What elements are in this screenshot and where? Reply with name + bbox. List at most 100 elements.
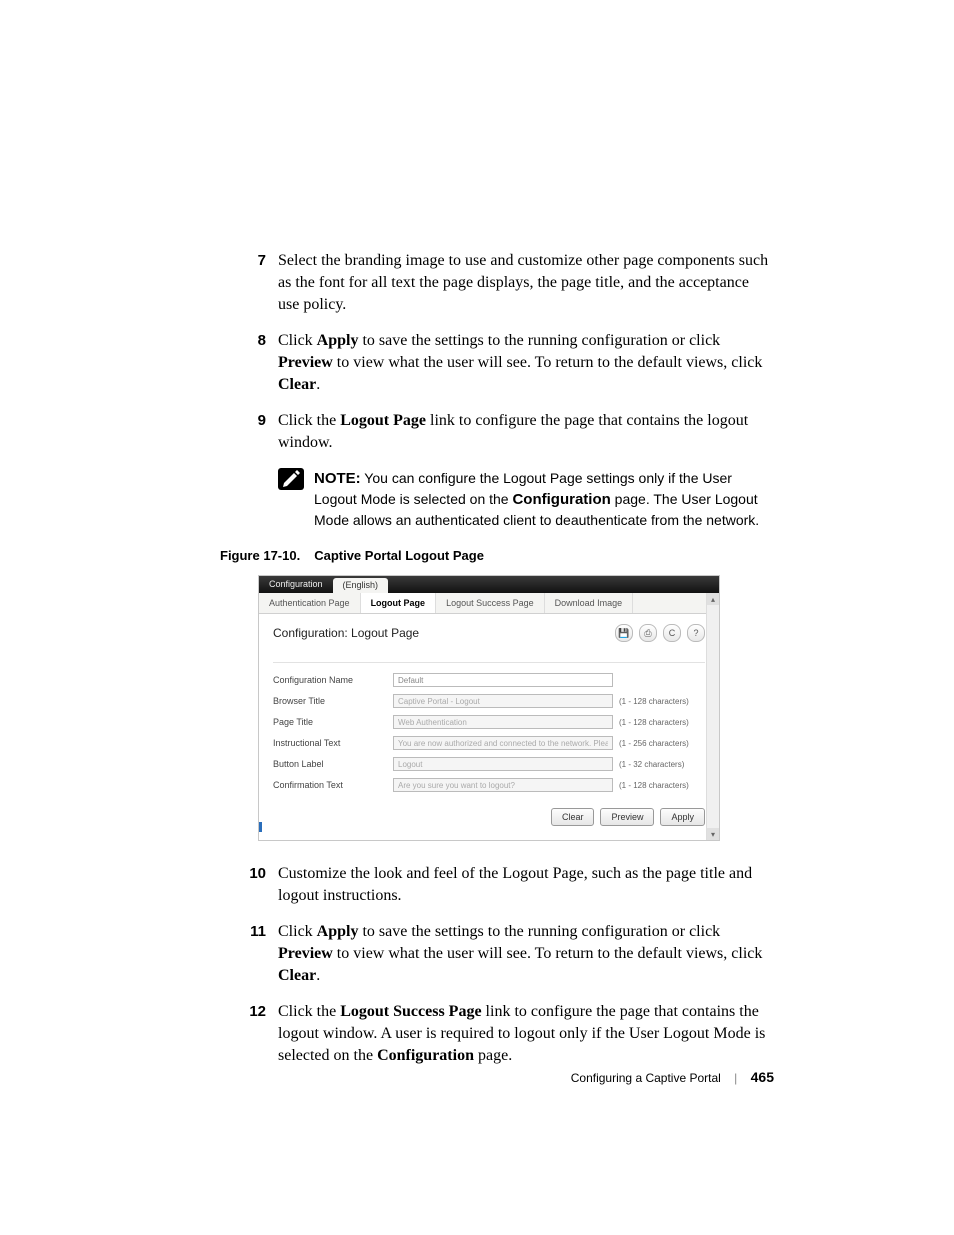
scroll-up-icon[interactable]: ▴ <box>707 593 719 605</box>
bold-apply: Apply <box>317 923 359 940</box>
bold-logout-page: Logout Page <box>340 412 426 429</box>
text-run: to view what the user will see. To retur… <box>333 945 763 962</box>
step-9: 9 Click the Logout Page link to configur… <box>220 410 774 454</box>
footer-chapter: Configuring a Captive Portal <box>571 1071 721 1085</box>
field-browser-title: Browser Title (1 - 128 characters) <box>273 692 705 710</box>
field-label: Page Title <box>273 717 393 727</box>
preview-button[interactable]: Preview <box>600 808 654 826</box>
note-text: NOTE: You can configure the Logout Page … <box>314 468 774 530</box>
figure-number: Figure 17-10. <box>220 548 300 563</box>
save-icon[interactable]: 💾 <box>615 624 633 642</box>
help-icon[interactable]: ? <box>687 624 705 642</box>
configuration-name-input[interactable] <box>393 673 613 687</box>
panel-title: Configuration: Logout Page <box>273 626 419 640</box>
panel-header: Configuration: Logout Page 💾 ⎙ C ? <box>273 624 705 642</box>
field-page-title: Page Title (1 - 128 characters) <box>273 713 705 731</box>
note-pencil-icon <box>278 468 304 490</box>
subtab-logout-success-page[interactable]: Logout Success Page <box>436 593 545 613</box>
text-run: Click the <box>278 412 340 429</box>
subtab-authentication-page[interactable]: Authentication Page <box>259 593 361 613</box>
browser-title-input[interactable] <box>393 694 613 708</box>
step-text: Click Apply to save the settings to the … <box>278 330 774 396</box>
bold-configuration: Configuration <box>512 491 610 508</box>
text-run: . <box>316 376 320 393</box>
bold-logout-success-page: Logout Success Page <box>340 1003 481 1020</box>
text-run: page. <box>474 1047 512 1064</box>
document-page: 7 Select the branding image to use and c… <box>0 0 954 1235</box>
text-run: Click the <box>278 1003 340 1020</box>
step-8: 8 Click Apply to save the settings to th… <box>220 330 774 396</box>
divider <box>273 656 705 663</box>
scroll-down-icon[interactable]: ▾ <box>707 828 719 840</box>
bold-clear: Clear <box>278 376 316 393</box>
step-12: 12 Click the Logout Success Page link to… <box>220 1001 774 1067</box>
note-label: NOTE: <box>314 470 361 487</box>
figure-caption: Figure 17-10. Captive Portal Logout Page <box>220 548 774 563</box>
step-text: Select the branding image to use and cus… <box>278 250 774 316</box>
field-label: Button Label <box>273 759 393 769</box>
field-hint: (1 - 128 characters) <box>619 697 689 706</box>
print-icon[interactable]: ⎙ <box>639 624 657 642</box>
top-tab-configuration[interactable]: Configuration <box>259 576 333 593</box>
text-run: to view what the user will see. To retur… <box>333 354 763 371</box>
text-run: to save the settings to the running conf… <box>358 332 720 349</box>
step-number: 12 <box>220 1001 278 1067</box>
step-number: 9 <box>220 410 278 454</box>
step-10: 10 Customize the look and feel of the Lo… <box>220 863 774 907</box>
field-confirmation-text: Confirmation Text (1 - 128 characters) <box>273 776 705 794</box>
bold-apply: Apply <box>317 332 359 349</box>
field-configuration-name: Configuration Name <box>273 671 705 689</box>
field-button-label: Button Label (1 - 32 characters) <box>273 755 705 773</box>
screenshot-captive-portal: Configuration (English) Authentication P… <box>258 575 720 841</box>
screenshot-panel: Configuration: Logout Page 💾 ⎙ C ? Confi… <box>259 614 719 840</box>
field-hint: (1 - 128 characters) <box>619 781 689 790</box>
instructional-text-input[interactable] <box>393 736 613 750</box>
scrollbar[interactable]: ▴ ▾ <box>706 593 719 840</box>
field-hint: (1 - 256 characters) <box>619 739 689 748</box>
bold-configuration: Configuration <box>377 1047 474 1064</box>
note-block: NOTE: You can configure the Logout Page … <box>278 468 774 530</box>
step-number: 8 <box>220 330 278 396</box>
step-7: 7 Select the branding image to use and c… <box>220 250 774 316</box>
confirmation-text-input[interactable] <box>393 778 613 792</box>
apply-button[interactable]: Apply <box>660 808 705 826</box>
panel-toolbar: 💾 ⎙ C ? <box>615 624 705 642</box>
step-number: 11 <box>220 921 278 987</box>
screenshot-subtabs: Authentication Page Logout Page Logout S… <box>259 593 719 614</box>
field-hint: (1 - 32 characters) <box>619 760 684 769</box>
step-text: Click Apply to save the settings to the … <box>278 921 774 987</box>
field-label: Instructional Text <box>273 738 393 748</box>
bold-preview: Preview <box>278 354 333 371</box>
step-list-continued: 10 Customize the look and feel of the Lo… <box>220 863 774 1067</box>
field-label: Confirmation Text <box>273 780 393 790</box>
text-run: Click <box>278 332 317 349</box>
text-run: to save the settings to the running conf… <box>358 923 720 940</box>
clear-button[interactable]: Clear <box>551 808 595 826</box>
bold-clear: Clear <box>278 967 316 984</box>
top-tab-english[interactable]: (English) <box>333 578 389 593</box>
button-label-input[interactable] <box>393 757 613 771</box>
field-label: Configuration Name <box>273 675 393 685</box>
screenshot-topbar: Configuration (English) <box>259 576 719 593</box>
footer-page-number: 465 <box>751 1069 774 1085</box>
step-text: Click the Logout Page link to configure … <box>278 410 774 454</box>
field-label: Browser Title <box>273 696 393 706</box>
figure-title: Captive Portal Logout Page <box>314 548 484 563</box>
form-buttons: Clear Preview Apply <box>273 808 705 826</box>
refresh-icon[interactable]: C <box>663 624 681 642</box>
footer-separator: | <box>734 1071 737 1085</box>
step-number: 7 <box>220 250 278 316</box>
subtab-logout-page[interactable]: Logout Page <box>361 593 437 613</box>
field-instructional-text: Instructional Text (1 - 256 characters) <box>273 734 705 752</box>
page-footer: Configuring a Captive Portal | 465 <box>571 1069 774 1085</box>
bold-preview: Preview <box>278 945 333 962</box>
field-hint: (1 - 128 characters) <box>619 718 689 727</box>
step-number: 10 <box>220 863 278 907</box>
subtab-download-image[interactable]: Download Image <box>545 593 634 613</box>
text-run: Click <box>278 923 317 940</box>
step-11: 11 Click Apply to save the settings to t… <box>220 921 774 987</box>
page-title-input[interactable] <box>393 715 613 729</box>
step-text: Click the Logout Success Page link to co… <box>278 1001 774 1067</box>
step-text: Customize the look and feel of the Logou… <box>278 863 774 907</box>
text-run: . <box>316 967 320 984</box>
